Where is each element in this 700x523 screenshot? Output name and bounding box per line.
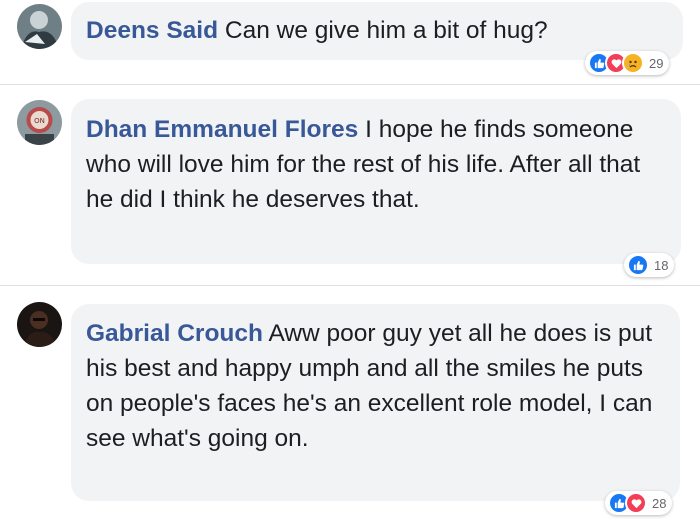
reactions-summary[interactable]: 18 <box>624 253 675 277</box>
reaction-count: 29 <box>649 55 664 71</box>
comment-bubble: Gabrial Crouch Aww poor guy yet all he d… <box>71 304 680 501</box>
reactions-summary[interactable]: 28 <box>605 491 673 515</box>
reaction-count: 28 <box>652 495 667 511</box>
divider <box>0 84 700 85</box>
svg-text:ON: ON <box>34 117 45 125</box>
reaction-count: 18 <box>654 257 669 273</box>
love-icon <box>625 492 647 514</box>
comment-text: Can we give him a bit of hug? <box>224 17 548 44</box>
author-name[interactable]: Dhan Emmanuel Flores <box>86 116 358 143</box>
divider <box>0 285 700 286</box>
reactions-summary[interactable]: 29 <box>585 51 670 75</box>
avatar[interactable]: ON <box>17 100 62 145</box>
comment-bubble: Dhan Emmanuel Flores I hope he finds som… <box>71 99 681 264</box>
like-icon <box>627 254 649 276</box>
avatar[interactable] <box>17 302 62 347</box>
avatar[interactable] <box>17 4 62 49</box>
author-name[interactable]: Deens Said <box>86 17 218 44</box>
author-name[interactable]: Gabrial Crouch <box>86 320 263 347</box>
sad-icon <box>622 52 644 74</box>
